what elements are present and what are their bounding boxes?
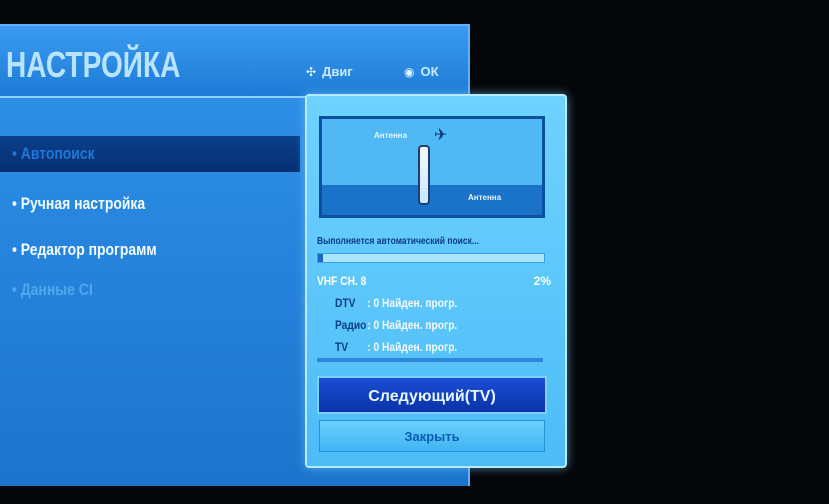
result-value: : 0 Найден. прогр.	[367, 318, 458, 332]
preview-label-top: Антенна	[374, 131, 408, 140]
menu-item-label: • Ручная настройка	[12, 194, 146, 213]
status-text: Выполняется автоматический поиск...	[317, 236, 479, 247]
close-button[interactable]: Закрыть	[319, 420, 545, 452]
menu-item-program-editor[interactable]: • Редактор программ	[0, 232, 300, 268]
result-row-tv: TV : 0 Найден. прогр.	[335, 340, 457, 354]
result-label: Радио	[335, 318, 367, 332]
ok-hint-label: ОК	[420, 64, 439, 79]
result-row-dtv: DTV : 0 Найден. прогр.	[335, 296, 457, 310]
move-hint: ✣ Двиг	[306, 64, 353, 79]
preview-bottom	[322, 185, 542, 215]
menu-item-label: • Редактор программ	[12, 240, 157, 259]
channel-label: VHF CH. 8	[317, 274, 367, 288]
menu-item-label: • Автопоиск	[12, 144, 95, 163]
antenna-preview: Антенна ✈ Антенна	[319, 116, 545, 218]
menu-item-ci-data[interactable]: • Данные CI	[0, 272, 300, 308]
result-label: DTV	[335, 296, 356, 310]
move-hint-label: Двиг	[322, 64, 353, 79]
progress-bar	[317, 253, 545, 263]
ok-hint: ◉ ОК	[404, 64, 439, 79]
result-value: : 0 Найден. прогр.	[367, 340, 458, 354]
preview-top	[322, 119, 542, 185]
antenna-icon: ✈	[434, 127, 448, 144]
menu-header: НАСТРОЙКА ✣ Двиг ◉ ОК	[0, 26, 468, 98]
percent-label: 2%	[533, 274, 551, 288]
menu-item-manual-tuning[interactable]: • Ручная настройка	[0, 186, 300, 222]
progress-fill	[318, 254, 323, 262]
result-label: TV	[335, 340, 349, 354]
preview-label-bottom: Антенна	[468, 193, 502, 202]
result-row-radio: Радио: 0 Найден. прогр.	[335, 318, 457, 332]
page-title: НАСТРОЙКА	[6, 44, 181, 85]
autosearch-dialog: Антенна ✈ Антенна Выполняется автоматиче…	[305, 94, 567, 468]
result-value: : 0 Найден. прогр.	[367, 296, 458, 310]
ok-button-icon: ◉	[404, 65, 415, 79]
divider	[317, 358, 543, 362]
navigation-arrows-icon: ✣	[306, 65, 317, 79]
menu-item-label: • Данные CI	[12, 280, 93, 299]
menu-item-autosearch[interactable]: • Автопоиск	[0, 136, 300, 172]
cable-icon	[418, 145, 430, 205]
next-tv-button[interactable]: Следующий(TV)	[317, 376, 547, 414]
